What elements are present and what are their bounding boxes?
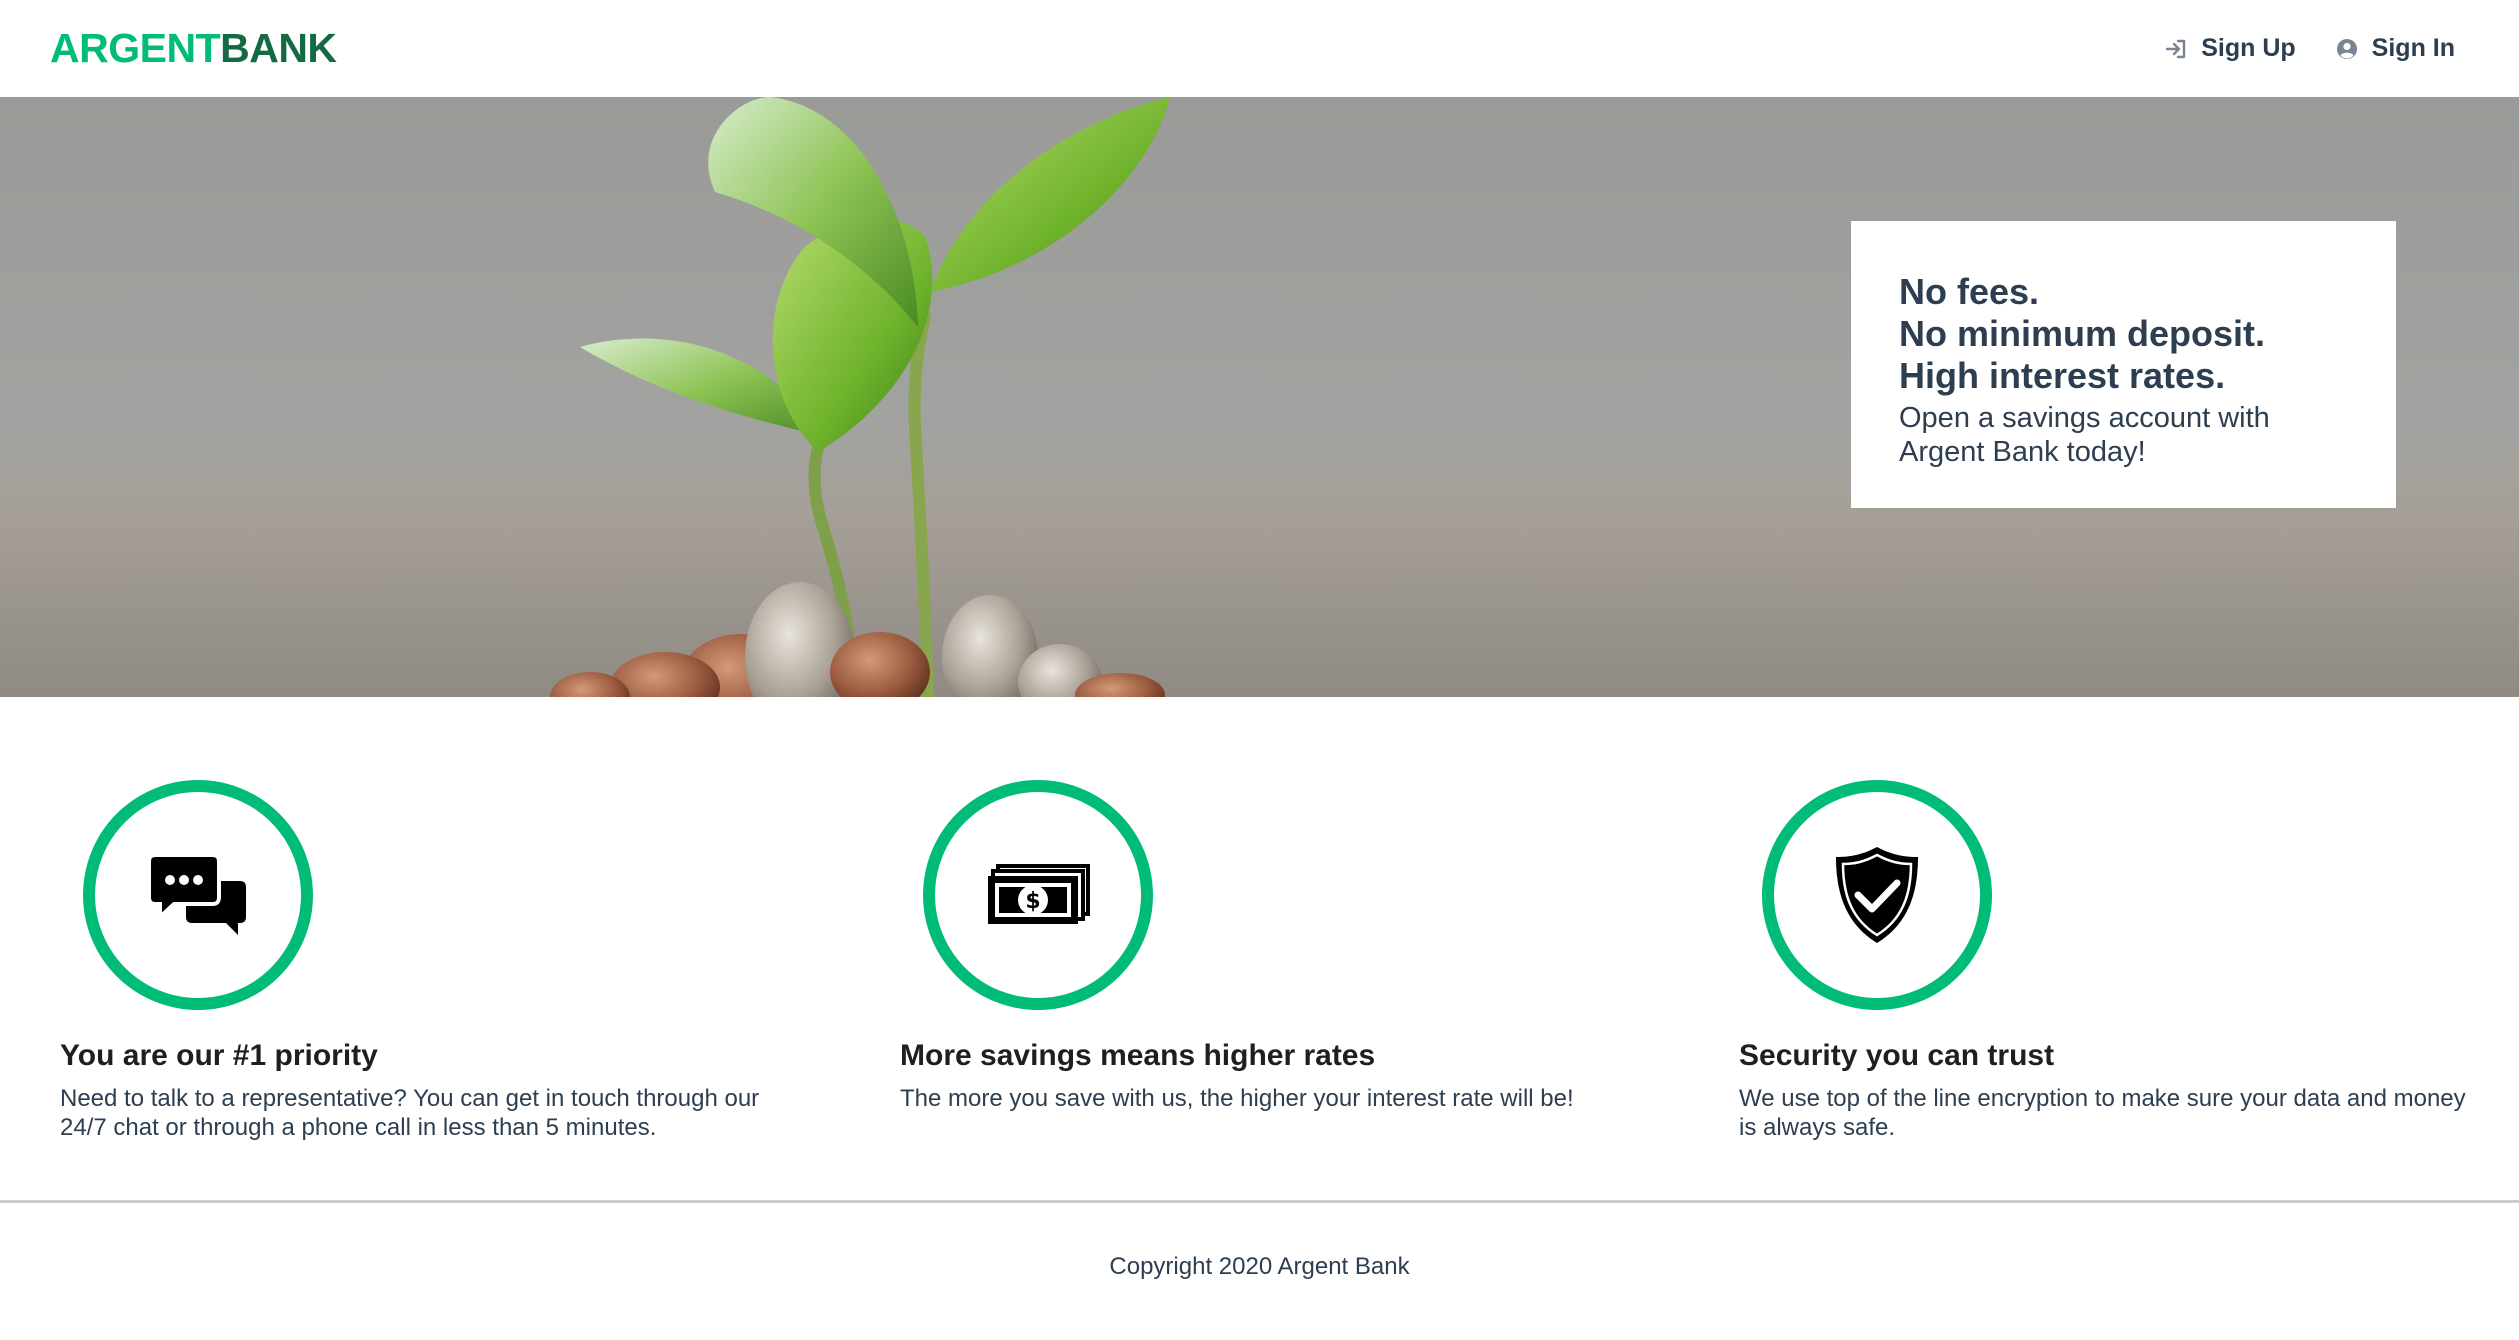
- promo-text: Open a savings account with Argent Bank …: [1899, 402, 2270, 468]
- feature-title: Security you can trust: [1739, 1039, 2055, 1072]
- feature-text: The more you save with us, the higher yo…: [900, 1085, 1574, 1112]
- sign-in-arrow-icon: [2166, 39, 2186, 58]
- money-bills-icon: $: [988, 864, 1090, 924]
- footer-copyright: Copyright 2020 Argent Bank: [1109, 1253, 1410, 1280]
- feature-title: More savings means higher rates: [900, 1039, 1376, 1072]
- feature-title: You are our #1 priority: [60, 1039, 378, 1072]
- logo-text-argent: ARGENT: [50, 25, 221, 71]
- svg-text:$: $: [1025, 889, 1040, 914]
- chat-bubbles-icon: [148, 853, 246, 935]
- promo-subtitle-interest: High interest rates.: [1899, 355, 2226, 396]
- footer: Copyright 2020 Argent Bank: [0, 1200, 2519, 1340]
- user-circle-icon: [2336, 38, 2357, 59]
- features-section: You are our #1 priority Need to talk to …: [0, 697, 2519, 1202]
- feature-item-savings: $ More savings means higher rates The mo…: [900, 780, 1630, 1113]
- logo-link[interactable]: ARGENT BANK: [50, 25, 337, 72]
- feature-item-security: Security you can trust We use top of the…: [1739, 780, 2469, 1142]
- sign-in-label: Sign In: [2371, 34, 2455, 62]
- sign-in-link[interactable]: Sign In: [2336, 34, 2455, 63]
- feature-icon-circle: [1762, 780, 1992, 1010]
- nav-links: Sign Up Sign In: [2125, 34, 2455, 63]
- main-nav: ARGENT BANK Sign Up Sign In: [0, 0, 2519, 97]
- hero-promo-card: No fees. No minimum deposit. High intere…: [1851, 221, 2396, 508]
- shield-check-icon: [1836, 847, 1918, 943]
- feature-text: We use top of the line encryption to mak…: [1739, 1085, 2466, 1141]
- feature-icon-circle: $: [923, 780, 1153, 1010]
- hero-banner: No fees. No minimum deposit. High intere…: [0, 97, 2519, 697]
- logo-text-bank: BANK: [220, 25, 337, 71]
- sign-up-label: Sign Up: [2201, 34, 2296, 62]
- feature-icon-circle: [83, 780, 313, 1010]
- feature-item-priority: You are our #1 priority Need to talk to …: [60, 780, 790, 1142]
- promo-subtitle-no-fees: No fees.: [1899, 271, 2040, 312]
- sign-up-link[interactable]: Sign Up: [2165, 34, 2296, 63]
- promo-subtitle-no-minimum: No minimum deposit.: [1899, 313, 2266, 354]
- feature-text: Need to talk to a representative? You ca…: [60, 1085, 760, 1141]
